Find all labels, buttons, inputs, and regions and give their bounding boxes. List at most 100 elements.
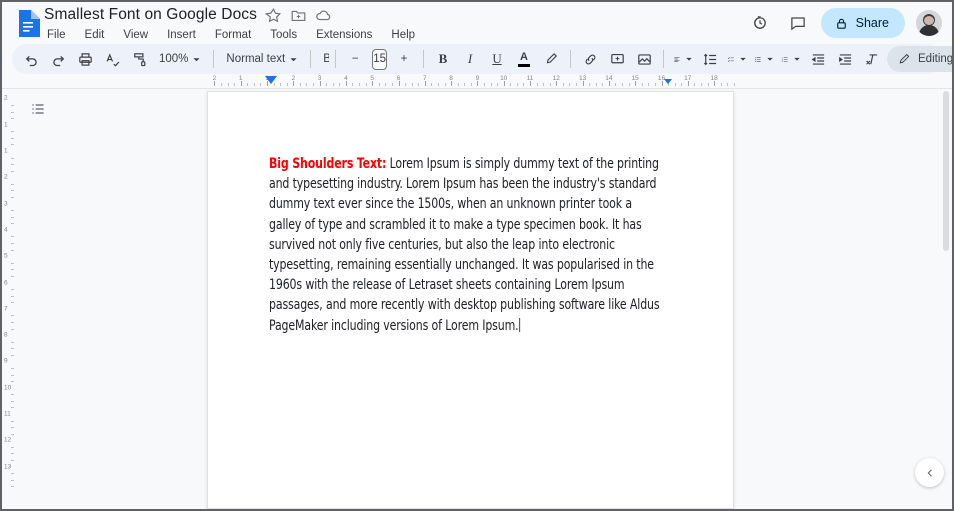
scrollbar-thumb[interactable] <box>943 91 949 251</box>
line-spacing-icon[interactable] <box>697 46 723 72</box>
ruler-tick <box>227 83 229 86</box>
body-paragraph: Lorem Ipsum is simply dummy text of the … <box>269 156 660 334</box>
spellcheck-icon[interactable] <box>99 46 125 72</box>
comment-icon[interactable] <box>783 8 813 38</box>
ruler-tick <box>431 83 433 86</box>
align-left-icon[interactable] <box>670 46 696 72</box>
editing-mode-button[interactable]: Editing <box>887 46 952 72</box>
side-panel-expand-button[interactable] <box>915 458 944 487</box>
add-comment-icon[interactable] <box>604 46 630 72</box>
vertical-scrollbar[interactable] <box>942 91 950 507</box>
document-page[interactable]: Big Shoulders Text: Lorem Ipsum is simpl… <box>207 91 734 509</box>
ruler-tick <box>240 81 242 86</box>
decrease-font-size-button[interactable]: − <box>342 46 368 72</box>
font-size-input[interactable]: 15 <box>372 48 388 70</box>
main-toolbar: 100% Normal text Big Sh... <box>12 44 952 74</box>
ruler-tick <box>391 83 393 86</box>
undo-icon[interactable] <box>18 46 44 72</box>
toolbar-divider <box>310 50 312 68</box>
menu-file[interactable]: File <box>44 26 69 44</box>
menu-extensions[interactable]: Extensions <box>313 26 375 44</box>
ruler-tick <box>562 83 564 86</box>
insert-image-icon[interactable] <box>631 46 657 72</box>
increase-indent-icon[interactable] <box>832 46 858 72</box>
ruler-tick <box>345 81 347 86</box>
underline-label: U <box>492 51 502 66</box>
move-to-folder-icon[interactable] <box>290 7 307 24</box>
right-indent-marker[interactable] <box>664 79 672 84</box>
ruler-tick <box>280 83 282 86</box>
menu-help[interactable]: Help <box>388 26 418 44</box>
document-body-text[interactable]: Big Shoulders Text: Lorem Ipsum is simpl… <box>269 154 663 336</box>
menu-format[interactable]: Format <box>212 26 254 44</box>
bold-label: B <box>438 51 448 66</box>
menu-insert[interactable]: Insert <box>164 26 199 44</box>
toolbar-divider <box>423 50 425 68</box>
ruler-tick <box>11 243 14 245</box>
bold-button[interactable]: B <box>430 46 456 72</box>
numbered-list-icon[interactable]: 1 2 3 <box>778 46 804 72</box>
highlight-pen-icon[interactable] <box>538 46 564 72</box>
ruler-tick <box>11 381 14 383</box>
redo-icon[interactable] <box>45 46 71 72</box>
menu-edit[interactable]: Edit <box>82 26 108 44</box>
paragraph-style-value: Normal text <box>226 53 286 65</box>
ruler-tick <box>11 197 14 199</box>
ruler-tick <box>549 83 551 86</box>
bulleted-list-icon[interactable] <box>751 46 777 72</box>
menu-tools[interactable]: Tools <box>267 26 300 44</box>
ruler-tick <box>700 83 702 86</box>
decrease-indent-icon[interactable] <box>805 46 831 72</box>
paint-format-icon[interactable] <box>126 46 152 72</box>
zoom-select[interactable]: 100% <box>153 46 207 72</box>
ruler-tick <box>11 183 14 185</box>
ruler-tick <box>687 81 689 86</box>
ruler-tick <box>654 83 656 86</box>
cloud-saved-icon[interactable] <box>315 7 332 24</box>
paragraph-style-select[interactable]: Normal text <box>220 46 304 72</box>
ruler-tick <box>11 420 14 422</box>
horizontal-ruler[interactable]: 2 1 1 2 3 4 5 6 7 8 9 10 11 12 13 14 15 16 17 18 <box>2 74 952 89</box>
text-color-button[interactable]: A <box>511 46 537 72</box>
document-outline-icon[interactable] <box>26 97 50 121</box>
ruler-tick <box>503 81 505 86</box>
underline-button[interactable]: U <box>484 46 510 72</box>
ruler-tick <box>11 144 14 146</box>
italic-button[interactable]: I <box>457 46 483 72</box>
ruler-tick <box>483 83 485 86</box>
ruler-tick <box>733 83 735 86</box>
ruler-tick <box>11 453 14 455</box>
ruler-tick <box>602 83 604 86</box>
ruler-tick <box>11 407 14 409</box>
clear-formatting-icon[interactable] <box>859 46 885 72</box>
docs-logo[interactable] <box>16 10 40 37</box>
avatar[interactable] <box>916 10 942 36</box>
star-icon[interactable] <box>265 7 282 24</box>
title-row: Smallest Font on Google Docs <box>44 5 418 25</box>
ruler-tick <box>378 83 380 86</box>
ruler-tick <box>11 190 14 192</box>
ruler-tick <box>11 164 14 166</box>
insert-link-icon[interactable] <box>577 46 603 72</box>
version-history-icon[interactable] <box>745 8 775 38</box>
ruler-tick <box>720 83 722 86</box>
ruler-tick <box>569 83 571 86</box>
menu-view[interactable]: View <box>120 26 151 44</box>
chevron-down-icon <box>685 55 693 63</box>
ruler-tick <box>220 83 222 86</box>
vertical-ruler[interactable]: 2 1 1 2 3 4 5 6 7 8 9 10 11 12 13 <box>2 89 17 509</box>
ruler-tick <box>661 81 663 86</box>
checklist-icon[interactable] <box>724 46 750 72</box>
ruler-tick <box>497 83 499 86</box>
chevron-down-icon <box>739 55 747 63</box>
increase-font-size-button[interactable]: + <box>391 46 417 72</box>
font-family-select[interactable]: Big Sh... <box>317 46 329 72</box>
toolbar-divider <box>570 50 572 68</box>
share-button[interactable]: Share <box>820 8 905 38</box>
print-icon[interactable] <box>72 46 98 72</box>
ruler-tick <box>359 83 361 86</box>
ruler-tick <box>536 83 538 86</box>
ruler-tick <box>727 83 729 86</box>
document-title[interactable]: Smallest Font on Google Docs <box>44 5 257 25</box>
left-indent-marker[interactable] <box>265 76 277 84</box>
